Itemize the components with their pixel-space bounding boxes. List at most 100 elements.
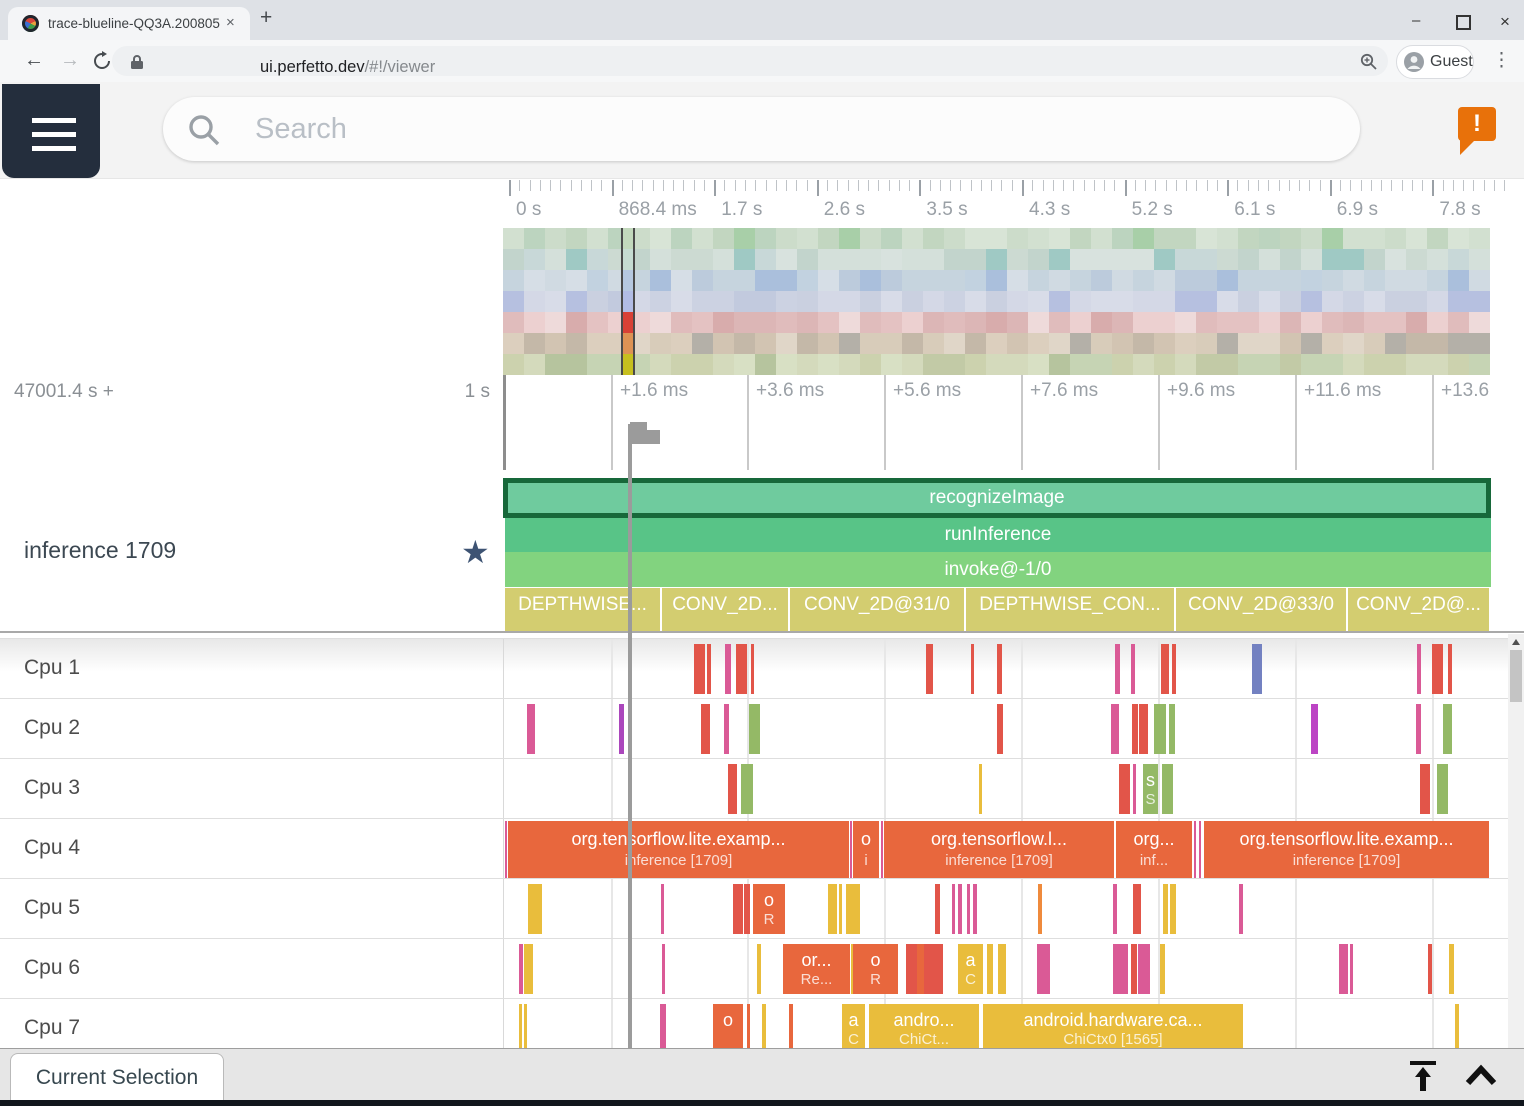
cpu-slice-bar[interactable] — [749, 704, 760, 754]
slice-op[interactable]: CONV_2D@31/0 — [790, 588, 964, 631]
cpu-slice-bar[interactable] — [1131, 644, 1135, 694]
cpu-slice-bar[interactable] — [1161, 644, 1169, 694]
cpu-slice[interactable]: andro...ChiCt... — [869, 1004, 979, 1050]
cpu-slice-bar[interactable] — [1455, 1004, 1459, 1050]
slice-invoke[interactable]: invoke@-1/0 — [505, 552, 1491, 587]
cpu-slice-bar[interactable] — [528, 884, 542, 934]
cpu-slice-bar[interactable] — [1239, 884, 1243, 934]
cpu-track-row[interactable]: Cpu 7oaCandro...ChiCt...android.hardware… — [0, 998, 1524, 1050]
zoom-page-icon[interactable] — [1360, 53, 1378, 71]
cpu-slice[interactable]: org.tensorflow.lite.examp...inference [1… — [508, 821, 849, 878]
cpu-slice-bar[interactable] — [744, 884, 750, 934]
forward-button[interactable]: → — [60, 49, 80, 72]
slice-op[interactable]: DEPTHWISE... — [505, 588, 660, 631]
cpu-slice-bar[interactable] — [1449, 944, 1454, 994]
cpu-slice-bar[interactable] — [924, 944, 943, 994]
cpu-slice[interactable]: aC — [842, 1004, 865, 1050]
scrollbar-thumb[interactable] — [1510, 650, 1522, 702]
cpu-slice-bar[interactable] — [906, 944, 917, 994]
cpu-slice-bar[interactable] — [661, 884, 664, 934]
flag-marker-icon[interactable] — [630, 422, 662, 458]
browser-menu-icon[interactable]: ⋮ — [1492, 49, 1511, 72]
selection-marker-line[interactable] — [628, 424, 632, 1048]
cpu-slice-bar[interactable] — [1139, 704, 1148, 754]
back-button[interactable]: ← — [24, 49, 44, 72]
cpu-track-row[interactable]: Cpu 2 — [0, 698, 1524, 759]
cpu-slice[interactable]: or...Re... — [783, 944, 850, 994]
cpu-slice-bar[interactable] — [1448, 644, 1452, 694]
profile-chip[interactable]: Guest — [1396, 45, 1474, 79]
cpu-slice[interactable]: oi — [853, 821, 879, 878]
cpu-slice-bar[interactable] — [1443, 704, 1452, 754]
cpu-slice-bar[interactable] — [952, 884, 955, 934]
cpu-slice-bar[interactable] — [997, 644, 1002, 694]
cpu-slice-bar[interactable] — [1038, 884, 1042, 934]
overview-viewport-left-bound[interactable] — [621, 228, 623, 375]
cpu-slice-bar[interactable] — [660, 1004, 666, 1050]
cpu-track-row[interactable]: Cpu 4org.tensorflow.lite.examp...inferen… — [0, 818, 1524, 879]
slice-op[interactable]: DEPTHWISE_CON... — [966, 588, 1174, 631]
current-selection-tab[interactable]: Current Selection — [10, 1053, 224, 1102]
cpu-slice-bar[interactable] — [850, 821, 852, 878]
window-minimize-button[interactable]: – — [1412, 12, 1420, 29]
cpu-slice-bar[interactable] — [1133, 884, 1141, 934]
cpu-slice-bar[interactable] — [1170, 884, 1176, 934]
cpu-slice-bar[interactable] — [1162, 764, 1173, 814]
slice-op[interactable]: CONV_2D@33/0 — [1176, 588, 1346, 631]
slice-recognizeimage[interactable]: recognizeImage — [503, 478, 1491, 518]
search-input[interactable] — [253, 107, 1257, 151]
tab-close-icon[interactable]: × — [226, 14, 235, 31]
cpu-slice-bar[interactable] — [707, 644, 711, 694]
dock-to-top-icon[interactable] — [1404, 1057, 1442, 1095]
sidebar-menu-button[interactable] — [2, 84, 100, 178]
address-bar[interactable]: ui.perfetto.dev/#!/viewer — [112, 46, 1388, 76]
cpu-slice-bar[interactable] — [1113, 884, 1117, 934]
cpu-slice-bar[interactable] — [1437, 764, 1448, 814]
cpu-slice-bar[interactable] — [1252, 644, 1262, 694]
cpu-slice-bar[interactable] — [1133, 764, 1136, 814]
cpu-slice-bar[interactable] — [917, 944, 924, 994]
cpu-slice-bar[interactable] — [1350, 944, 1353, 994]
cpu-slice-bar[interactable] — [828, 884, 837, 934]
cpu-slice-bar[interactable] — [1113, 944, 1128, 994]
cpu-slice-bar[interactable] — [747, 1004, 750, 1050]
cpu-slice-bar[interactable] — [1138, 944, 1150, 994]
cpu-slice-bar[interactable] — [519, 944, 523, 994]
error-notification-button[interactable]: ! — [1458, 107, 1496, 141]
vertical-scrollbar[interactable] — [1508, 634, 1524, 1048]
browser-tab[interactable]: trace-blueline-QQ3A.200805 × — [8, 7, 250, 40]
cpu-slice-bar[interactable] — [997, 704, 1003, 754]
cpu-slice[interactable]: org.tensorflow.lite.examp...inference [1… — [1204, 821, 1489, 878]
cpu-slice-bar[interactable] — [751, 644, 754, 694]
window-maximize-button[interactable] — [1456, 15, 1471, 30]
slice-op[interactable]: CONV_2D... — [662, 588, 788, 631]
cpu-slice-bar[interactable] — [724, 704, 729, 754]
cpu-track-row[interactable]: Cpu 5oR — [0, 878, 1524, 939]
cpu-slice[interactable]: android.hardware.ca...ChiCtx0 [1565] — [983, 1004, 1243, 1050]
cpu-slice-bar[interactable] — [1163, 884, 1168, 934]
cpu-slice-bar[interactable] — [1119, 764, 1130, 814]
cpu-slice-bar[interactable] — [736, 644, 747, 694]
cpu-slice-bar[interactable] — [701, 704, 710, 754]
pin-star-icon[interactable]: ★ — [461, 533, 490, 571]
cpu-slice-bar[interactable] — [958, 884, 962, 934]
cpu-slice-bar[interactable] — [998, 944, 1006, 994]
cpu-slice-bar[interactable] — [757, 944, 761, 994]
cpu-slice-bar[interactable] — [1428, 944, 1432, 994]
cpu-slice-bar[interactable] — [967, 884, 970, 934]
cpu-slice-bar[interactable] — [789, 1004, 793, 1050]
cpu-slice-bar[interactable] — [1417, 644, 1421, 694]
cpu-slice-bar[interactable] — [741, 764, 753, 814]
cpu-slice-bar[interactable] — [1169, 704, 1175, 754]
cpu-slice-bar[interactable] — [1154, 704, 1166, 754]
cpu-slice-bar[interactable] — [694, 644, 705, 694]
cpu-slice-bar[interactable] — [1199, 821, 1201, 878]
cpu-slice-bar[interactable] — [1194, 821, 1196, 878]
cpu-slice-bar[interactable] — [979, 764, 982, 814]
cpu-slice-bar[interactable] — [881, 821, 883, 878]
new-tab-button[interactable]: + — [260, 6, 272, 30]
expand-less-icon[interactable] — [1462, 1061, 1500, 1091]
slice-op[interactable]: CONV_2D@... — [1348, 588, 1489, 631]
cpu-slice-bar[interactable] — [1160, 944, 1165, 994]
cpu-slice-bar[interactable] — [725, 644, 731, 694]
